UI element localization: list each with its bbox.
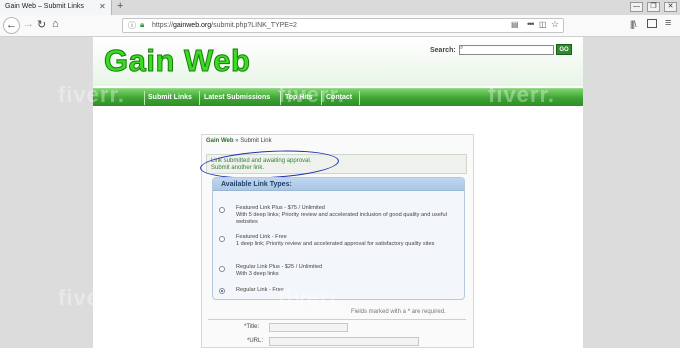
- browser-tab[interactable]: Gain Web – Submit Links ✕: [0, 0, 112, 15]
- radio-button[interactable]: [219, 236, 225, 242]
- search-label: Search:: [430, 47, 456, 54]
- reload-icon[interactable]: ↻: [37, 18, 46, 31]
- option-text: Featured Link Plus - $75 / Unlimited With…: [236, 205, 447, 225]
- info-icon[interactable]: ⓘ: [128, 20, 136, 31]
- url-field[interactable]: [269, 337, 419, 346]
- minimize-button[interactable]: —: [630, 2, 643, 12]
- divider: [208, 319, 466, 320]
- title-field[interactable]: [269, 323, 348, 332]
- menu-item-submit-links[interactable]: Submit Links: [148, 94, 192, 101]
- hamburger-menu-icon[interactable]: ≡: [665, 17, 671, 29]
- watermark: fiverr.: [278, 82, 345, 107]
- search-input[interactable]: [459, 45, 554, 55]
- link-types-title: Available Link Types:: [221, 181, 292, 188]
- url-text[interactable]: https://gainweb.org/submit.php?LINK_TYPE…: [152, 22, 297, 29]
- plus-icon[interactable]: +: [117, 0, 123, 12]
- page-actions-icon[interactable]: •••: [527, 19, 535, 29]
- title-label: *Title:: [244, 324, 260, 330]
- reader-view-icon[interactable]: ▤: [511, 20, 519, 29]
- url-label: *URL:: [247, 338, 264, 344]
- bookmark-star-icon[interactable]: ☆: [551, 19, 559, 30]
- menu-item-latest-submissions[interactable]: Latest Submissions: [204, 94, 270, 101]
- option-text: Featured Link - Free 1 deep link; Priorit…: [236, 234, 435, 247]
- watermark: fiverr.: [278, 285, 345, 310]
- tab-title: Gain Web – Submit Links: [5, 3, 84, 10]
- breadcrumb-home-link[interactable]: Gain Web: [206, 138, 234, 144]
- sidebar-icon[interactable]: [647, 19, 657, 28]
- close-icon[interactable]: ✕: [99, 2, 106, 11]
- pocket-icon[interactable]: ◫: [539, 20, 547, 29]
- watermark: fiverr.: [58, 285, 125, 310]
- back-arrow-icon[interactable]: ←: [3, 17, 20, 34]
- search-icon: ⌕: [460, 45, 464, 51]
- menu-divider: [144, 91, 145, 105]
- navigation-toolbar: ← → ↻ ⌂ ⓘ 🔒︎ https://gainweb.org/submit.…: [0, 15, 680, 37]
- option-text: Regular Link - Free: [236, 287, 284, 293]
- option-text: Regular Link Plus - $25 / Unlimited With …: [236, 264, 323, 277]
- required-fields-note: Fields marked with a * are required.: [351, 309, 446, 315]
- forward-arrow-icon[interactable]: →: [23, 18, 34, 30]
- link-types-header: Available Link Types:: [213, 178, 464, 191]
- watermark: fiverr.: [488, 285, 555, 310]
- submit-link-panel: Gain Web » Submit Link Link submitted an…: [199, 134, 474, 348]
- menu-divider: [199, 91, 200, 105]
- library-icon[interactable]: |||\: [630, 19, 636, 29]
- site-logo[interactable]: Gain Web: [103, 43, 250, 79]
- home-icon[interactable]: ⌂: [52, 18, 59, 30]
- page-viewport: Gain Web Search: ⌕ GO Submit Links Lates…: [0, 37, 680, 348]
- radio-button[interactable]: [219, 207, 225, 213]
- search-go-button[interactable]: GO: [556, 44, 572, 55]
- watermark: fiverr.: [58, 82, 125, 107]
- breadcrumb: Gain Web » Submit Link: [206, 138, 272, 144]
- address-bar[interactable]: ⓘ 🔒︎ https://gainweb.org/submit.php?LINK…: [122, 18, 564, 33]
- restore-button[interactable]: ❐: [647, 2, 660, 12]
- watermark: fiverr.: [488, 82, 555, 107]
- link-types-panel: Available Link Types: Featured Link Plus…: [212, 177, 465, 300]
- radio-button[interactable]: [219, 266, 225, 272]
- site-header: Gain Web Search: ⌕ GO: [93, 37, 583, 86]
- tab-bar: Gain Web – Submit Links ✕ + — ❐ ✕: [0, 0, 680, 15]
- menu-divider: [359, 91, 360, 105]
- radio-button-selected[interactable]: [219, 288, 225, 294]
- lock-icon[interactable]: 🔒︎: [140, 20, 144, 30]
- window-close-button[interactable]: ✕: [664, 2, 677, 12]
